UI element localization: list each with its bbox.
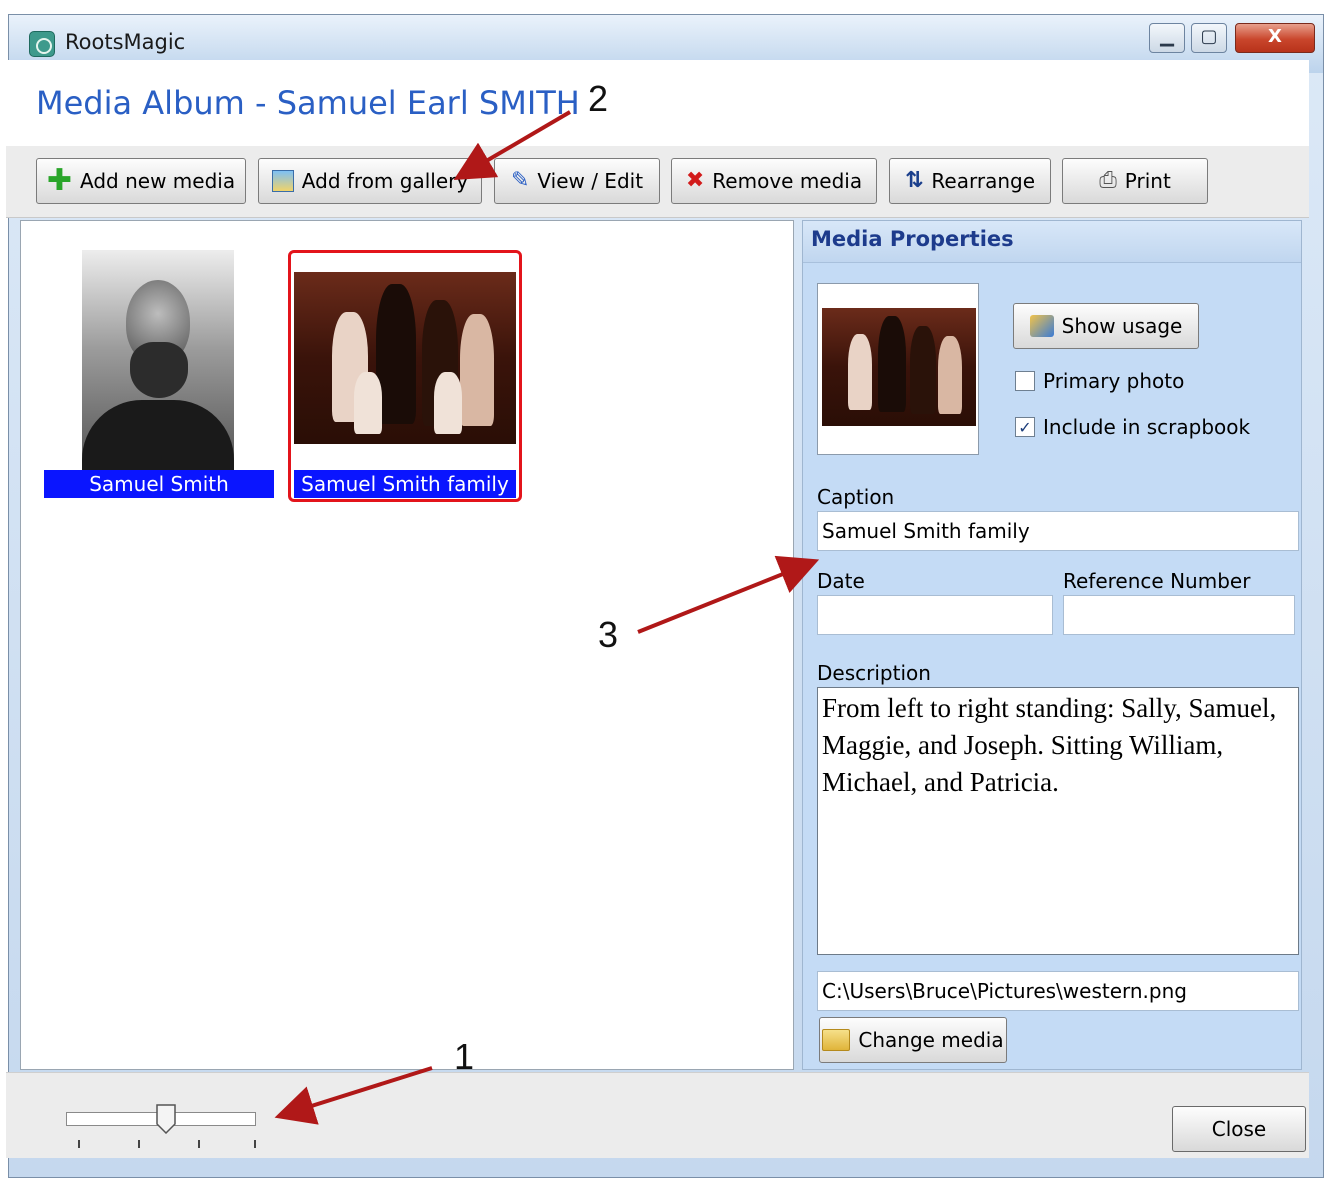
add-new-media-label: Add new media	[80, 169, 236, 193]
add-new-media-button[interactable]: ✚ Add new media	[36, 158, 246, 204]
window-title: RootsMagic	[65, 30, 186, 54]
show-usage-button[interactable]: Show usage	[1013, 303, 1199, 349]
family-figure	[878, 316, 906, 412]
rearrange-button[interactable]: ⇅ Rearrange	[889, 158, 1051, 204]
preview-image	[822, 308, 976, 426]
callout-number-1: 1	[454, 1036, 475, 1077]
portrait-beard	[130, 342, 188, 398]
media-caption: Samuel Smith	[44, 470, 274, 498]
print-button[interactable]: ⎙ Print	[1062, 158, 1208, 204]
reference-number-field[interactable]	[1063, 595, 1295, 635]
family-thumbnail	[294, 272, 516, 444]
print-label: Print	[1124, 169, 1171, 193]
remove-media-label: Remove media	[712, 169, 863, 193]
rearrange-label: Rearrange	[931, 169, 1036, 193]
media-item-selected[interactable]: Samuel Smith family	[288, 250, 522, 502]
media-preview	[817, 283, 979, 455]
slider-tick	[254, 1140, 256, 1148]
printer-icon: ⎙	[1099, 168, 1117, 193]
primary-photo-label: Primary photo	[1043, 369, 1185, 393]
close-window-button[interactable]: X	[1235, 23, 1315, 53]
show-usage-label: Show usage	[1061, 314, 1183, 338]
date-field[interactable]	[817, 595, 1053, 635]
description-field[interactable]: From left to right standing: Sally, Samu…	[817, 687, 1299, 955]
date-label: Date	[817, 569, 865, 593]
slider-tick	[78, 1140, 80, 1148]
reference-number-label: Reference Number	[1063, 569, 1251, 593]
plus-icon: ✚	[46, 163, 73, 198]
change-media-label: Change media	[858, 1028, 1004, 1052]
folder-icon	[822, 1029, 851, 1051]
media-caption: Samuel Smith family	[294, 470, 516, 498]
change-media-button[interactable]: Change media	[819, 1017, 1007, 1063]
family-figure	[848, 334, 872, 410]
file-path-field[interactable]: C:\Users\Bruce\Pictures\western.png	[817, 971, 1299, 1011]
family-figure	[434, 372, 462, 434]
family-figure	[938, 336, 962, 414]
add-from-gallery-button[interactable]: Add from gallery	[258, 158, 482, 204]
toolbar: ✚ Add new media Add from gallery ✎ View …	[6, 146, 1309, 218]
caption-label: Caption	[817, 485, 895, 509]
gallery-icon	[271, 170, 294, 192]
header: Media Album - Samuel Earl SMITH	[6, 60, 1309, 146]
primary-photo-checkbox[interactable]: Primary photo	[1015, 369, 1184, 393]
page-title: Media Album - Samuel Earl SMITH	[36, 84, 580, 122]
media-item[interactable]: Samuel Smith	[44, 250, 274, 498]
zoom-slider-thumb[interactable]	[156, 1104, 176, 1134]
family-figure	[910, 326, 936, 414]
family-figure	[354, 372, 382, 434]
caption-field[interactable]: Samuel Smith family	[817, 511, 1299, 551]
family-figure	[376, 284, 416, 424]
view-edit-button[interactable]: ✎ View / Edit	[494, 158, 660, 204]
portrait-thumbnail	[82, 250, 234, 470]
media-properties-panel: Media Properties Show usage Primary phot…	[802, 220, 1302, 1070]
description-label: Description	[817, 661, 931, 685]
callout-number-3: 3	[598, 614, 619, 655]
include-scrapbook-check[interactable]: ✓	[1015, 417, 1035, 437]
media-properties-heading: Media Properties	[803, 221, 1301, 263]
include-scrapbook-label: Include in scrapbook	[1043, 415, 1251, 439]
view-edit-label: View / Edit	[537, 169, 644, 193]
slider-tick	[198, 1140, 200, 1148]
remove-media-button[interactable]: ✖ Remove media	[671, 158, 877, 204]
close-button[interactable]: Close	[1172, 1106, 1306, 1152]
show-usage-icon	[1029, 315, 1054, 337]
family-figure	[460, 314, 494, 426]
portrait-coat	[82, 400, 234, 470]
primary-photo-check[interactable]	[1015, 371, 1035, 391]
rootsmagic-app-icon	[29, 31, 55, 57]
add-from-gallery-label: Add from gallery	[301, 169, 469, 193]
edit-pencil-icon: ✎	[510, 168, 530, 193]
callout-number-2: 2	[588, 78, 609, 119]
include-scrapbook-checkbox[interactable]: ✓ Include in scrapbook	[1015, 415, 1250, 439]
remove-x-icon: ✖	[685, 168, 705, 193]
maximize-button[interactable]: ▢	[1191, 23, 1227, 53]
slider-tick	[138, 1140, 140, 1148]
minimize-button[interactable]: ▁	[1149, 23, 1185, 53]
rearrange-arrows-icon: ⇅	[904, 168, 924, 193]
